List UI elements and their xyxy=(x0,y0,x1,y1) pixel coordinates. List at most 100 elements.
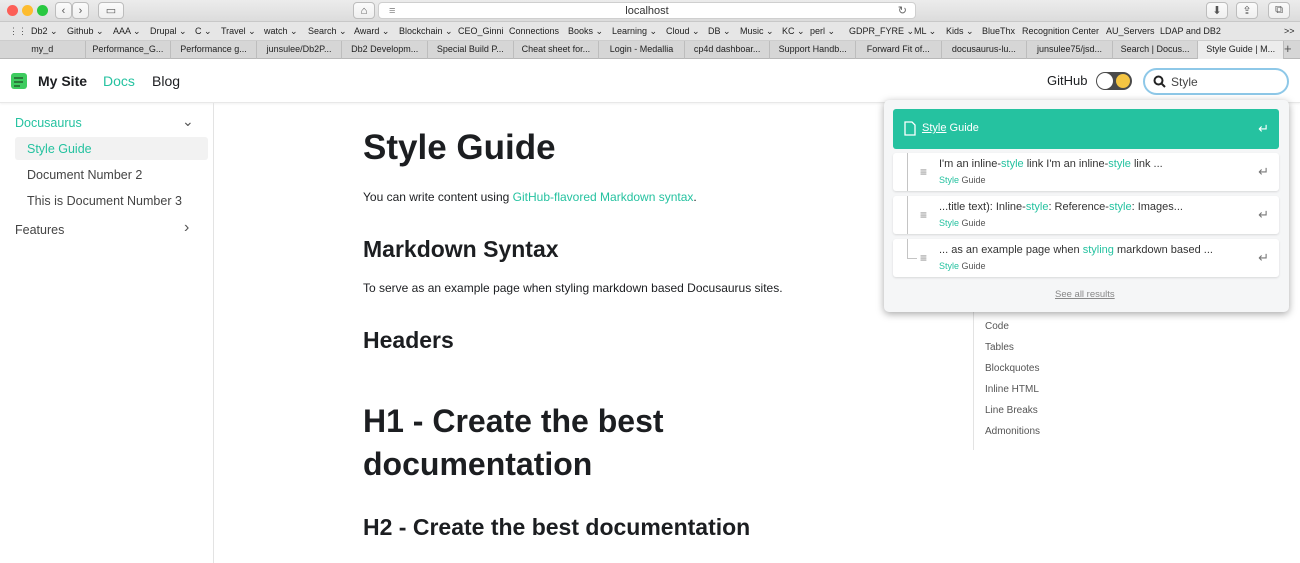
browser-tab[interactable]: Support Handb... xyxy=(770,41,856,59)
bookmark-item[interactable]: BlueThx xyxy=(982,26,1015,36)
browser-tab[interactable]: Performance g... xyxy=(171,41,257,59)
intro-paragraph: You can write content using GitHub-flavo… xyxy=(363,190,697,204)
bookmark-item[interactable]: Connections xyxy=(509,26,559,36)
home-icon[interactable]: ⌂ xyxy=(353,2,375,19)
browser-tab[interactable]: Login - Medallia xyxy=(599,41,685,59)
toc-item[interactable]: Inline HTML xyxy=(985,384,1039,395)
bookmark-item[interactable]: Cloud ⌄ xyxy=(666,26,700,37)
tabs-overview-icon[interactable]: ⧉ xyxy=(1268,2,1290,19)
bookmark-item[interactable]: Kids ⌄ xyxy=(946,26,974,37)
browser-tab[interactable]: junsulee/Db2P... xyxy=(257,41,343,59)
search-hit[interactable]: ≡ I'm an inline-style link I'm an inline-… xyxy=(893,153,1279,191)
bookmark-item[interactable]: KC ⌄ xyxy=(782,26,805,37)
minimize-window-button[interactable] xyxy=(22,5,33,16)
bookmark-item[interactable]: Travel ⌄ xyxy=(221,26,256,37)
sidebar-category-docusaurus[interactable]: Docusaurus xyxy=(15,116,82,130)
toc-item[interactable]: Code xyxy=(985,321,1009,332)
nav-link-blog[interactable]: Blog xyxy=(152,73,180,89)
toc-item[interactable]: Blockquotes xyxy=(985,363,1039,374)
intro-text: You can write content using xyxy=(363,190,513,204)
bookmark-item[interactable]: Award ⌄ xyxy=(354,26,389,37)
hit-match: style xyxy=(1001,158,1024,170)
browser-tab[interactable]: Forward Fit of... xyxy=(856,41,942,59)
nav-link-docs[interactable]: Docs xyxy=(103,73,135,89)
bookmark-item[interactable]: Books ⌄ xyxy=(568,26,603,37)
bookmark-item[interactable]: Learning ⌄ xyxy=(612,26,657,37)
bookmark-item[interactable]: ML ⌄ xyxy=(914,26,936,37)
bookmark-item[interactable]: Music ⌄ xyxy=(740,26,774,37)
search-hit[interactable]: ≡ ... as an example page when styling mar… xyxy=(893,239,1279,277)
browser-tab[interactable]: my_d xyxy=(0,41,86,59)
bookmark-item[interactable]: AAA ⌄ xyxy=(113,26,141,37)
address-bar[interactable]: ≡ localhost ↻ xyxy=(378,2,916,19)
search-hit-primary-title: Style Guide xyxy=(922,122,979,134)
search-dropdown: Style Guide ↵ ≡ I'm an inline-style link … xyxy=(884,100,1289,312)
hit-match: style xyxy=(1108,158,1131,170)
browser-tab[interactable]: docusaurus-lu... xyxy=(942,41,1028,59)
tree-connector xyxy=(907,196,917,234)
reader-icon[interactable]: ≡ xyxy=(389,3,395,19)
hit-match: Style xyxy=(939,218,960,228)
browser-tab[interactable]: Db2 Developm... xyxy=(342,41,428,59)
h1-line-1: H1 - Create the best xyxy=(363,403,664,439)
close-window-button[interactable] xyxy=(7,5,18,16)
sidebar-toggle-icon[interactable]: ▭ xyxy=(98,2,124,19)
sidebar-item-style-guide[interactable]: Style Guide xyxy=(27,142,92,156)
dark-mode-toggle[interactable] xyxy=(1096,72,1132,90)
browser-tab[interactable]: Special Build P... xyxy=(428,41,514,59)
chevron-right-icon[interactable]: › xyxy=(184,219,189,237)
chevron-down-icon[interactable]: ⌄ xyxy=(182,113,194,130)
toc-item[interactable]: Line Breaks xyxy=(985,405,1038,416)
sidebar-item-document-3[interactable]: This is Document Number 3 xyxy=(27,194,182,208)
site-logo-icon[interactable] xyxy=(9,71,31,91)
share-icon[interactable]: ⇪ xyxy=(1236,2,1258,19)
bookmark-item[interactable]: CEO_Ginni xyxy=(458,26,504,36)
hit-match: Style xyxy=(939,175,960,185)
bookmark-item[interactable]: Github ⌄ xyxy=(67,26,104,37)
search-hit[interactable]: ≡ ...title text): Inline-style: Reference… xyxy=(893,196,1279,234)
search-hit-primary[interactable]: Style Guide ↵ xyxy=(893,109,1279,149)
enter-icon: ↵ xyxy=(1258,207,1269,222)
browser-tab[interactable]: Style Guide | M... xyxy=(1198,41,1284,59)
toc-item[interactable]: Admonitions xyxy=(985,426,1040,437)
browser-tab[interactable]: junsulee75/jsd... xyxy=(1027,41,1113,59)
bookmark-item[interactable]: Db2 ⌄ xyxy=(31,26,58,37)
more-bookmarks-icon[interactable]: >> xyxy=(1284,26,1295,36)
download-icon[interactable]: ⬇ xyxy=(1206,2,1228,19)
bookmark-item[interactable]: AU_Servers xyxy=(1106,26,1155,36)
nav-link-github[interactable]: GitHub xyxy=(1047,73,1087,88)
site-brand[interactable]: My Site xyxy=(38,73,87,89)
sidebar-category-features[interactable]: Features xyxy=(15,223,64,237)
new-tab-icon[interactable]: + xyxy=(1284,41,1292,56)
reload-icon[interactable]: ↻ xyxy=(898,3,907,19)
heading-headers: Headers xyxy=(363,327,454,353)
hit-match: style xyxy=(1108,201,1132,213)
browser-tab[interactable]: Performance_G... xyxy=(86,41,172,59)
see-all-results-link[interactable]: See all results xyxy=(1055,289,1115,300)
address-url: localhost xyxy=(625,5,669,17)
markdown-syntax-link[interactable]: GitHub-flavored Markdown syntax xyxy=(513,190,694,204)
apps-grid-icon[interactable]: ⋮⋮ xyxy=(9,26,27,37)
search-box[interactable]: Style xyxy=(1143,68,1289,95)
bookmark-item[interactable]: Recognition Center xyxy=(1022,26,1099,36)
bookmark-item[interactable]: GDPR_FYRE ⌄ xyxy=(849,26,914,37)
hit-match: Style xyxy=(922,122,947,134)
search-input[interactable]: Style xyxy=(1171,75,1198,89)
bookmarks-bar: ⋮⋮ >> Db2 ⌄ Github ⌄ AAA ⌄ Drupal ⌄ C ⌄ Trave… xyxy=(0,22,1300,41)
bookmark-item[interactable]: DB ⌄ xyxy=(708,26,731,37)
zoom-window-button[interactable] xyxy=(37,5,48,16)
bookmark-item[interactable]: Blockchain ⌄ xyxy=(399,26,453,37)
browser-tab[interactable]: Cheat sheet for... xyxy=(514,41,600,59)
sidebar-item-document-2[interactable]: Document Number 2 xyxy=(27,168,142,182)
browser-tab[interactable]: Search | Docus... xyxy=(1113,41,1199,59)
bookmark-item[interactable]: watch ⌄ xyxy=(264,26,298,37)
toc-item[interactable]: Tables xyxy=(985,342,1014,353)
bookmark-item[interactable]: Drupal ⌄ xyxy=(150,26,187,37)
back-icon[interactable]: ‹ xyxy=(55,2,72,19)
forward-icon[interactable]: › xyxy=(72,2,89,19)
bookmark-item[interactable]: C ⌄ xyxy=(195,26,212,37)
bookmark-item[interactable]: Search ⌄ xyxy=(308,26,347,37)
bookmark-item[interactable]: LDAP and DB2 xyxy=(1160,26,1221,36)
browser-tab[interactable]: cp4d dashboar... xyxy=(685,41,771,59)
bookmark-item[interactable]: perl ⌄ xyxy=(810,26,835,37)
